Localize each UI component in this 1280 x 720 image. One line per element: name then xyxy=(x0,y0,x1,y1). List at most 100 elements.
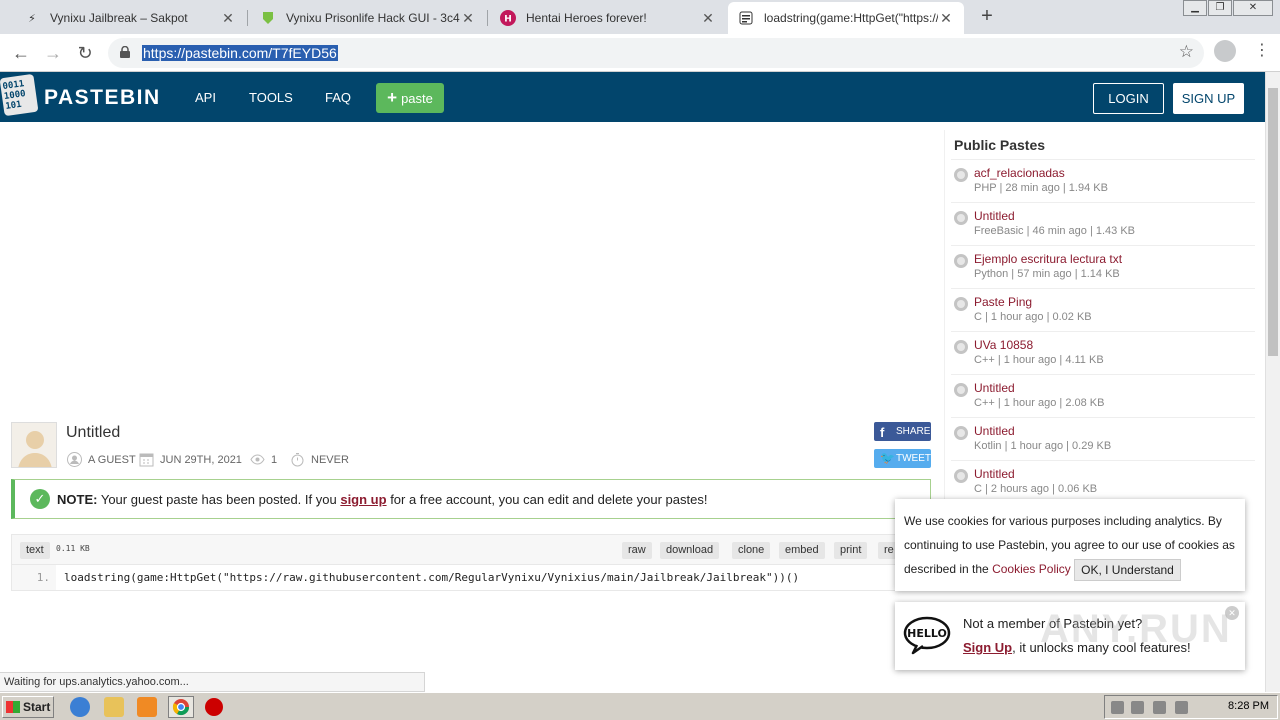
windows-taskbar: Start 8:28 PM xyxy=(0,692,1280,720)
list-item[interactable]: Untitled C++ | 1 hour ago | 2.08 KB xyxy=(951,374,1255,417)
address-bar[interactable]: https://pastebin.com/T7fEYD56 ☆ xyxy=(108,38,1204,68)
anyrun-watermark: ANY.RUN xyxy=(1040,607,1232,651)
clone-button[interactable]: clone xyxy=(732,542,771,559)
notice-signup-link[interactable]: sign up xyxy=(340,492,386,507)
cookie-accept-button[interactable]: OK, I Understand xyxy=(1074,558,1181,581)
forward-arrow-icon[interactable]: → xyxy=(40,40,66,66)
url-text[interactable]: https://pastebin.com/T7fEYD56 xyxy=(142,45,338,61)
paste-link[interactable]: Untitled xyxy=(974,381,1015,395)
login-button[interactable]: LOGIN xyxy=(1093,83,1164,114)
chrome-icon xyxy=(172,699,190,716)
start-button[interactable]: Start xyxy=(2,696,54,718)
tab-title: loadstring(game:HttpGet("https://ra xyxy=(764,11,938,25)
paste-link[interactable]: Untitled xyxy=(974,467,1015,481)
checkmark-icon: ✓ xyxy=(30,489,50,509)
paste-title: Untitled xyxy=(66,424,121,441)
minimize-window-button[interactable]: ▁ xyxy=(1183,0,1207,16)
code-line[interactable]: loadstring(game:HttpGet("https://raw.git… xyxy=(64,565,799,590)
paste-meta: C++ | 1 hour ago | 4.11 KB xyxy=(974,354,1104,366)
browser-menu-icon[interactable]: ⋮ xyxy=(1254,40,1270,62)
browser-tab-1[interactable]: ⚡ Vynixu Jailbreak – Sakpot ✕ xyxy=(14,2,246,34)
expiry-text: NEVER xyxy=(311,453,349,466)
browser-tab-3[interactable]: H Hentai Heroes forever! ✕ xyxy=(490,2,726,34)
twitter-tweet-button[interactable]: 🐦 TWEET xyxy=(874,449,931,468)
promo-signup-link[interactable]: Sign Up xyxy=(963,640,1012,655)
bookmark-star-icon[interactable]: ☆ xyxy=(1179,42,1194,62)
cookie-message: We use cookies for various purposes incl… xyxy=(904,509,1236,581)
paste-date: JUN 29TH, 2021 xyxy=(139,452,242,467)
tab-title: Vynixu Prisonlife Hack GUI - 3c47e1a xyxy=(286,11,460,25)
browser-tab-4-active[interactable]: loadstring(game:HttpGet("https://ra ✕ xyxy=(728,2,964,34)
lock-icon xyxy=(120,46,130,58)
paste-meta: Python | 57 min ago | 1.14 KB xyxy=(974,268,1120,280)
new-paste-button[interactable]: + paste xyxy=(376,83,444,113)
nav-api[interactable]: API xyxy=(195,90,216,105)
paste-link[interactable]: UVa 10858 xyxy=(974,338,1033,352)
paste-link[interactable]: Untitled xyxy=(974,209,1015,223)
paste-meta: C | 1 hour ago | 0.02 KB xyxy=(974,311,1092,323)
plus-icon: + xyxy=(387,88,398,107)
syntax-badge[interactable]: text xyxy=(20,542,50,559)
paste-expiry: NEVER xyxy=(290,452,349,467)
browser-tab-2[interactable]: Vynixu Prisonlife Hack GUI - 3c47e1a ✕ xyxy=(250,2,486,34)
list-item[interactable]: Untitled FreeBasic | 46 min ago | 1.43 KB xyxy=(951,202,1255,245)
signup-button[interactable]: SIGN UP xyxy=(1173,83,1244,114)
close-icon[interactable]: ✕ xyxy=(700,10,716,27)
twitter-bird-icon: 🐦 xyxy=(880,451,895,465)
scrollbar-thumb[interactable] xyxy=(1268,88,1278,356)
eye-icon xyxy=(250,454,265,465)
nav-faq[interactable]: FAQ xyxy=(325,90,351,105)
download-button[interactable]: download xyxy=(660,542,720,559)
paste-link[interactable]: acf_relacionadas xyxy=(974,166,1065,180)
list-item[interactable]: acf_relacionadas PHP | 28 min ago | 1.94 … xyxy=(951,159,1255,202)
print-button[interactable]: print xyxy=(834,542,868,559)
paste-link[interactable]: Untitled xyxy=(974,424,1015,438)
folder-icon[interactable] xyxy=(104,697,124,717)
flag-icon[interactable] xyxy=(1175,701,1188,714)
list-item[interactable]: UVa 10858 C++ | 1 hour ago | 4.11 KB xyxy=(951,331,1255,374)
warning-app-icon[interactable] xyxy=(205,698,223,716)
close-icon[interactable]: ✕ xyxy=(938,10,954,27)
raw-button[interactable]: raw xyxy=(622,542,652,559)
paste-link[interactable]: Paste Ping xyxy=(974,295,1032,309)
volume-icon[interactable] xyxy=(1131,701,1144,714)
internet-explorer-icon[interactable] xyxy=(70,697,90,717)
author-text[interactable]: A GUEST xyxy=(88,454,136,466)
paste-views: 1 xyxy=(250,452,277,467)
cookies-policy-link[interactable]: Cookies Policy xyxy=(992,562,1071,576)
list-item[interactable]: Paste Ping C | 1 hour ago | 0.02 KB xyxy=(951,288,1255,331)
site-logo-text[interactable]: PASTEBIN xyxy=(44,86,161,110)
hh-logo-icon: H xyxy=(500,10,516,26)
list-item[interactable]: Untitled Kotlin | 1 hour ago | 0.29 KB xyxy=(951,417,1255,460)
restore-window-button[interactable]: ❐ xyxy=(1208,0,1232,16)
tray-arrow-icon[interactable] xyxy=(1111,701,1124,714)
nav-tools[interactable]: TOOLS xyxy=(249,90,293,105)
list-item[interactable]: Ejemplo escritura lectura txt Python | 57… xyxy=(951,245,1255,288)
facebook-share-button[interactable]: f SHARE xyxy=(874,422,931,441)
network-icon[interactable] xyxy=(1153,701,1166,714)
paste-meta: C | 2 hours ago | 0.06 KB xyxy=(974,483,1098,495)
pastebin-logo-icon[interactable]: 0011 1000 101 xyxy=(0,73,39,117)
globe-icon xyxy=(954,340,968,354)
globe-icon xyxy=(954,469,968,483)
back-arrow-icon[interactable]: ← xyxy=(8,40,34,66)
list-item[interactable]: Untitled C | 2 hours ago | 0.06 KB xyxy=(951,460,1255,503)
new-tab-button[interactable]: + xyxy=(976,4,998,28)
notice-text-pre: Your guest paste has been posted. If you xyxy=(100,492,337,507)
embed-button[interactable]: embed xyxy=(779,542,825,559)
tab-title: Vynixu Jailbreak – Sakpot xyxy=(50,11,188,25)
paste-meta: FreeBasic | 46 min ago | 1.43 KB xyxy=(974,225,1136,237)
page-scrollbar[interactable] xyxy=(1265,72,1280,692)
globe-icon xyxy=(954,211,968,225)
close-window-button[interactable]: ✕ xyxy=(1233,0,1273,16)
close-icon[interactable]: ✕ xyxy=(460,10,476,27)
reload-icon[interactable]: ↻ xyxy=(72,40,98,66)
close-icon[interactable]: ✕ xyxy=(220,10,236,27)
guest-paste-notice: ✓ NOTE: Your guest paste has been posted… xyxy=(11,479,931,519)
media-player-icon[interactable] xyxy=(137,697,157,717)
paste-link[interactable]: Ejemplo escritura lectura txt xyxy=(974,252,1122,266)
paste-meta: PHP | 28 min ago | 1.94 KB xyxy=(974,182,1108,194)
chrome-taskbar-button[interactable] xyxy=(168,696,194,718)
system-tray: 8:28 PM xyxy=(1104,695,1278,719)
profile-avatar-icon[interactable] xyxy=(1214,40,1236,62)
